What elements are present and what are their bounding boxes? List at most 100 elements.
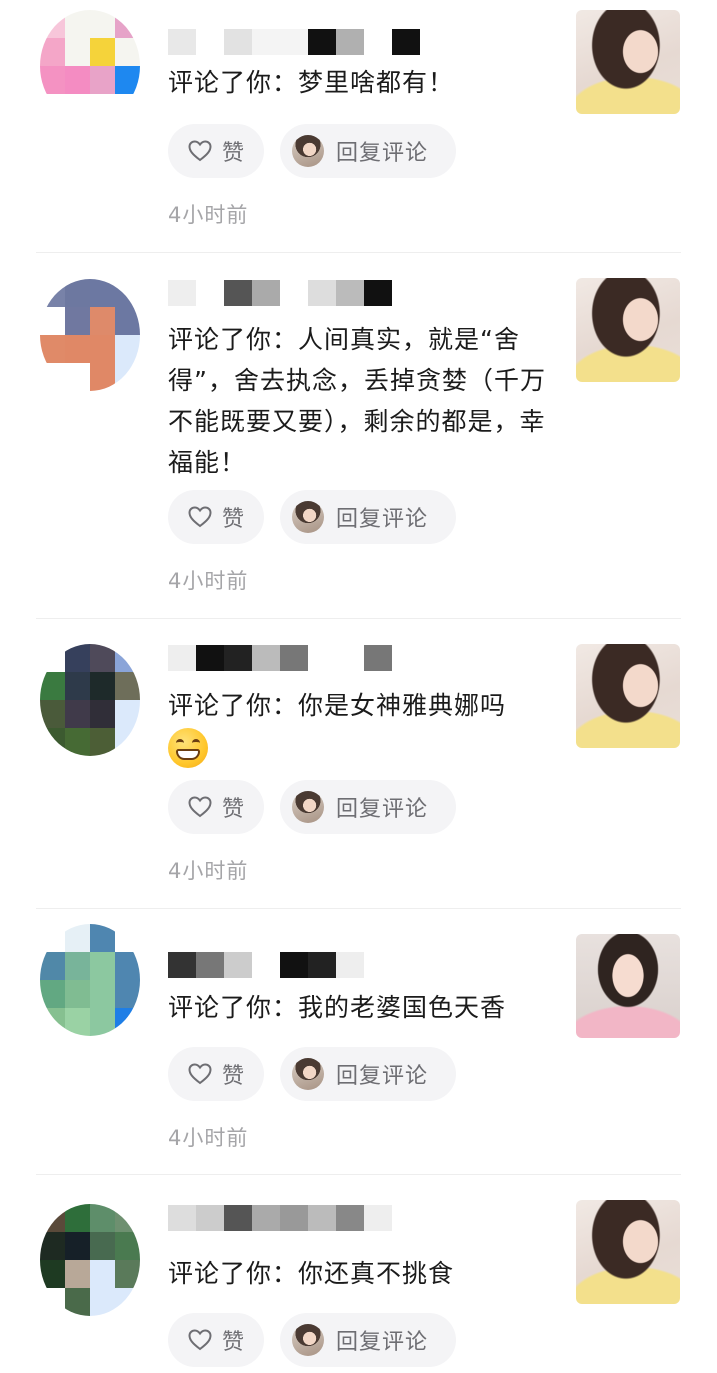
list-item[interactable]: 评论了你：你是女神雅典娜吗 赞 回复评论 4小时前 — [0, 619, 717, 909]
avatar-pixel — [90, 1232, 115, 1260]
action-row: 赞 回复评论 — [168, 490, 456, 544]
username-pixel — [252, 1205, 280, 1231]
avatar-pixel — [115, 924, 140, 952]
username-pixel — [308, 952, 336, 978]
avatar[interactable] — [40, 10, 140, 122]
avatar[interactable] — [40, 924, 140, 1036]
reply-comment-button[interactable]: 回复评论 — [280, 780, 456, 834]
avatar-pixel — [115, 335, 140, 363]
username-pixel — [224, 29, 252, 55]
username-pixel — [364, 1205, 392, 1231]
list-item[interactable]: 评论了你：你还真不挑食 赞 回复评论 — [0, 1175, 717, 1373]
avatar-pixel — [40, 10, 65, 38]
username[interactable] — [168, 645, 392, 671]
like-button[interactable]: 赞 — [168, 124, 264, 178]
username[interactable] — [168, 1205, 420, 1231]
post-thumbnail[interactable] — [576, 1200, 680, 1304]
avatar-pixel — [40, 279, 65, 307]
post-thumbnail[interactable] — [576, 278, 680, 382]
username-pixel — [224, 952, 252, 978]
avatar-pixel — [65, 1008, 90, 1036]
avatar-pixel — [40, 1204, 65, 1232]
username[interactable] — [168, 952, 364, 978]
avatar-pixel — [65, 94, 90, 122]
heart-outline-icon — [188, 1063, 212, 1085]
username-pixel — [280, 1205, 308, 1231]
comment-text: 评论了你：我的老婆国色天香 — [168, 993, 507, 1022]
user-avatar-icon — [292, 1324, 324, 1356]
username-pixel — [252, 952, 280, 978]
like-label: 赞 — [222, 797, 246, 822]
action-row: 赞 回复评论 — [168, 124, 456, 178]
avatar-pixel — [65, 279, 90, 307]
list-item[interactable]: 评论了你：梦里啥都有！ 赞 回复评论 4小时前 — [0, 0, 717, 253]
username-pixel — [280, 952, 308, 978]
avatar-pixel — [90, 980, 115, 1008]
comment-text: 评论了你：你还真不挑食 — [168, 1259, 455, 1288]
reply-comment-button[interactable]: 回复评论 — [280, 1047, 456, 1101]
username-pixel — [392, 1205, 420, 1231]
username-pixel — [224, 1205, 252, 1231]
avatar[interactable] — [40, 1204, 140, 1316]
post-thumbnail[interactable] — [576, 934, 680, 1038]
like-button[interactable]: 赞 — [168, 1313, 264, 1367]
avatar-pixel — [90, 1288, 115, 1316]
like-button[interactable]: 赞 — [168, 780, 264, 834]
comment-text: 评论了你：梦里啥都有！ — [168, 68, 455, 97]
username-pixel — [168, 280, 196, 306]
comment-body: 评论了你：你是女神雅典娜吗 — [168, 691, 507, 720]
avatar-pixel — [115, 980, 140, 1008]
avatar-pixel — [65, 924, 90, 952]
avatar-pixel — [65, 672, 90, 700]
avatar-pixel — [40, 1260, 65, 1288]
reply-comment-button[interactable]: 回复评论 — [280, 124, 456, 178]
username-pixel — [196, 952, 224, 978]
comment-text: 评论了你：你是女神雅典娜吗 — [168, 685, 553, 768]
like-button[interactable]: 赞 — [168, 490, 264, 544]
list-item[interactable]: 评论了你：人间真实，就是“舍得”，舍去执念，丢掉贪婪（千万不能既要又要），剩余的… — [0, 253, 717, 619]
avatar-pixel — [115, 279, 140, 307]
reply-comment-button[interactable]: 回复评论 — [280, 490, 456, 544]
reply-comment-button[interactable]: 回复评论 — [280, 1313, 456, 1367]
notification-feed: 评论了你：梦里啥都有！ 赞 回复评论 4小时前 评论了你：人间真实，就是“舍得”… — [0, 0, 717, 1373]
username-pixel — [280, 29, 308, 55]
avatar[interactable] — [40, 644, 140, 756]
list-item[interactable]: 评论了你：我的老婆国色天香 赞 回复评论 4小时前 — [0, 909, 717, 1175]
username-pixel — [364, 645, 392, 671]
username[interactable] — [168, 280, 392, 306]
username-pixel — [168, 29, 196, 55]
username-pixel — [364, 29, 392, 55]
user-avatar-icon — [292, 135, 324, 167]
avatar-pixel — [115, 700, 140, 728]
username[interactable] — [168, 29, 420, 55]
timestamp: 4小时前 — [168, 1126, 249, 1150]
avatar-pixel — [90, 924, 115, 952]
reply-label: 回复评论 — [336, 507, 429, 532]
post-thumbnail[interactable] — [576, 10, 680, 114]
timestamp: 4小时前 — [168, 569, 249, 593]
avatar-pixel — [40, 38, 65, 66]
avatar-pixel — [90, 1260, 115, 1288]
like-button[interactable]: 赞 — [168, 1047, 264, 1101]
avatar-pixel — [40, 700, 65, 728]
post-thumbnail[interactable] — [576, 644, 680, 748]
avatar[interactable] — [40, 279, 140, 391]
avatar-pixel — [40, 335, 65, 363]
username-pixel — [168, 952, 196, 978]
avatar-pixel — [40, 644, 65, 672]
user-avatar-icon — [292, 1058, 324, 1090]
avatar-pixel — [65, 66, 90, 94]
username-pixel — [224, 645, 252, 671]
username-pixel — [336, 645, 364, 671]
username-pixel — [308, 645, 336, 671]
avatar-pixel — [90, 66, 115, 94]
avatar-pixel — [115, 10, 140, 38]
avatar-pixel — [65, 307, 90, 335]
action-row: 赞 回复评论 — [168, 780, 456, 834]
avatar-pixel — [115, 94, 140, 122]
avatar-pixel — [90, 672, 115, 700]
avatar-pixel — [40, 728, 65, 756]
avatar-pixel — [115, 1232, 140, 1260]
avatar-pixel — [90, 38, 115, 66]
like-label: 赞 — [222, 141, 246, 166]
